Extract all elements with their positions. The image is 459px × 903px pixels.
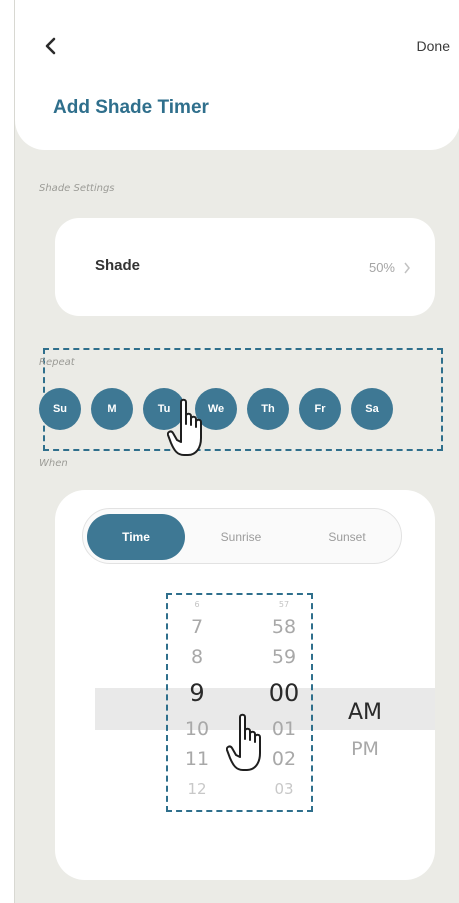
tab-sunset[interactable]: Sunset — [297, 514, 397, 560]
chevron-right-icon — [404, 262, 410, 273]
period-picker-column[interactable]: AM PM — [335, 692, 395, 764]
shade-value-group: 50% — [369, 260, 411, 275]
shade-label: Shade — [95, 257, 141, 274]
shade-settings-label: Shade Settings — [39, 183, 115, 194]
period-selected: AM — [347, 700, 383, 725]
period-option: PM — [351, 738, 379, 760]
day-monday[interactable]: M — [91, 388, 133, 430]
tab-sunrise[interactable]: Sunrise — [193, 514, 289, 560]
page-title: Add Shade Timer — [53, 97, 209, 118]
shade-setting-row[interactable]: Shade 50% — [55, 218, 435, 316]
time-mode-segmented-control: Time Sunrise Sunset — [82, 508, 402, 564]
day-sunday[interactable]: Su — [39, 388, 81, 430]
day-saturday[interactable]: Sa — [351, 388, 393, 430]
header-card: Done Add Shade Timer — [15, 0, 459, 150]
day-friday[interactable]: Fr — [299, 388, 341, 430]
repeat-label: Repeat — [39, 357, 75, 368]
tab-time[interactable]: Time — [87, 514, 185, 560]
hand-pointer-icon — [226, 713, 261, 771]
back-button[interactable] — [39, 34, 63, 58]
done-button[interactable]: Done — [417, 38, 450, 54]
day-thursday[interactable]: Th — [247, 388, 289, 430]
shade-value: 50% — [368, 260, 395, 275]
repeat-days: Su M Tu We Th Fr Sa — [39, 388, 393, 430]
when-label: When — [39, 458, 68, 469]
hand-pointer-icon — [167, 398, 202, 456]
chevron-left-icon — [45, 37, 56, 55]
app-screen: Done Add Shade Timer Shade Settings Shad… — [14, 0, 459, 903]
time-picker-highlight-box — [166, 593, 313, 812]
